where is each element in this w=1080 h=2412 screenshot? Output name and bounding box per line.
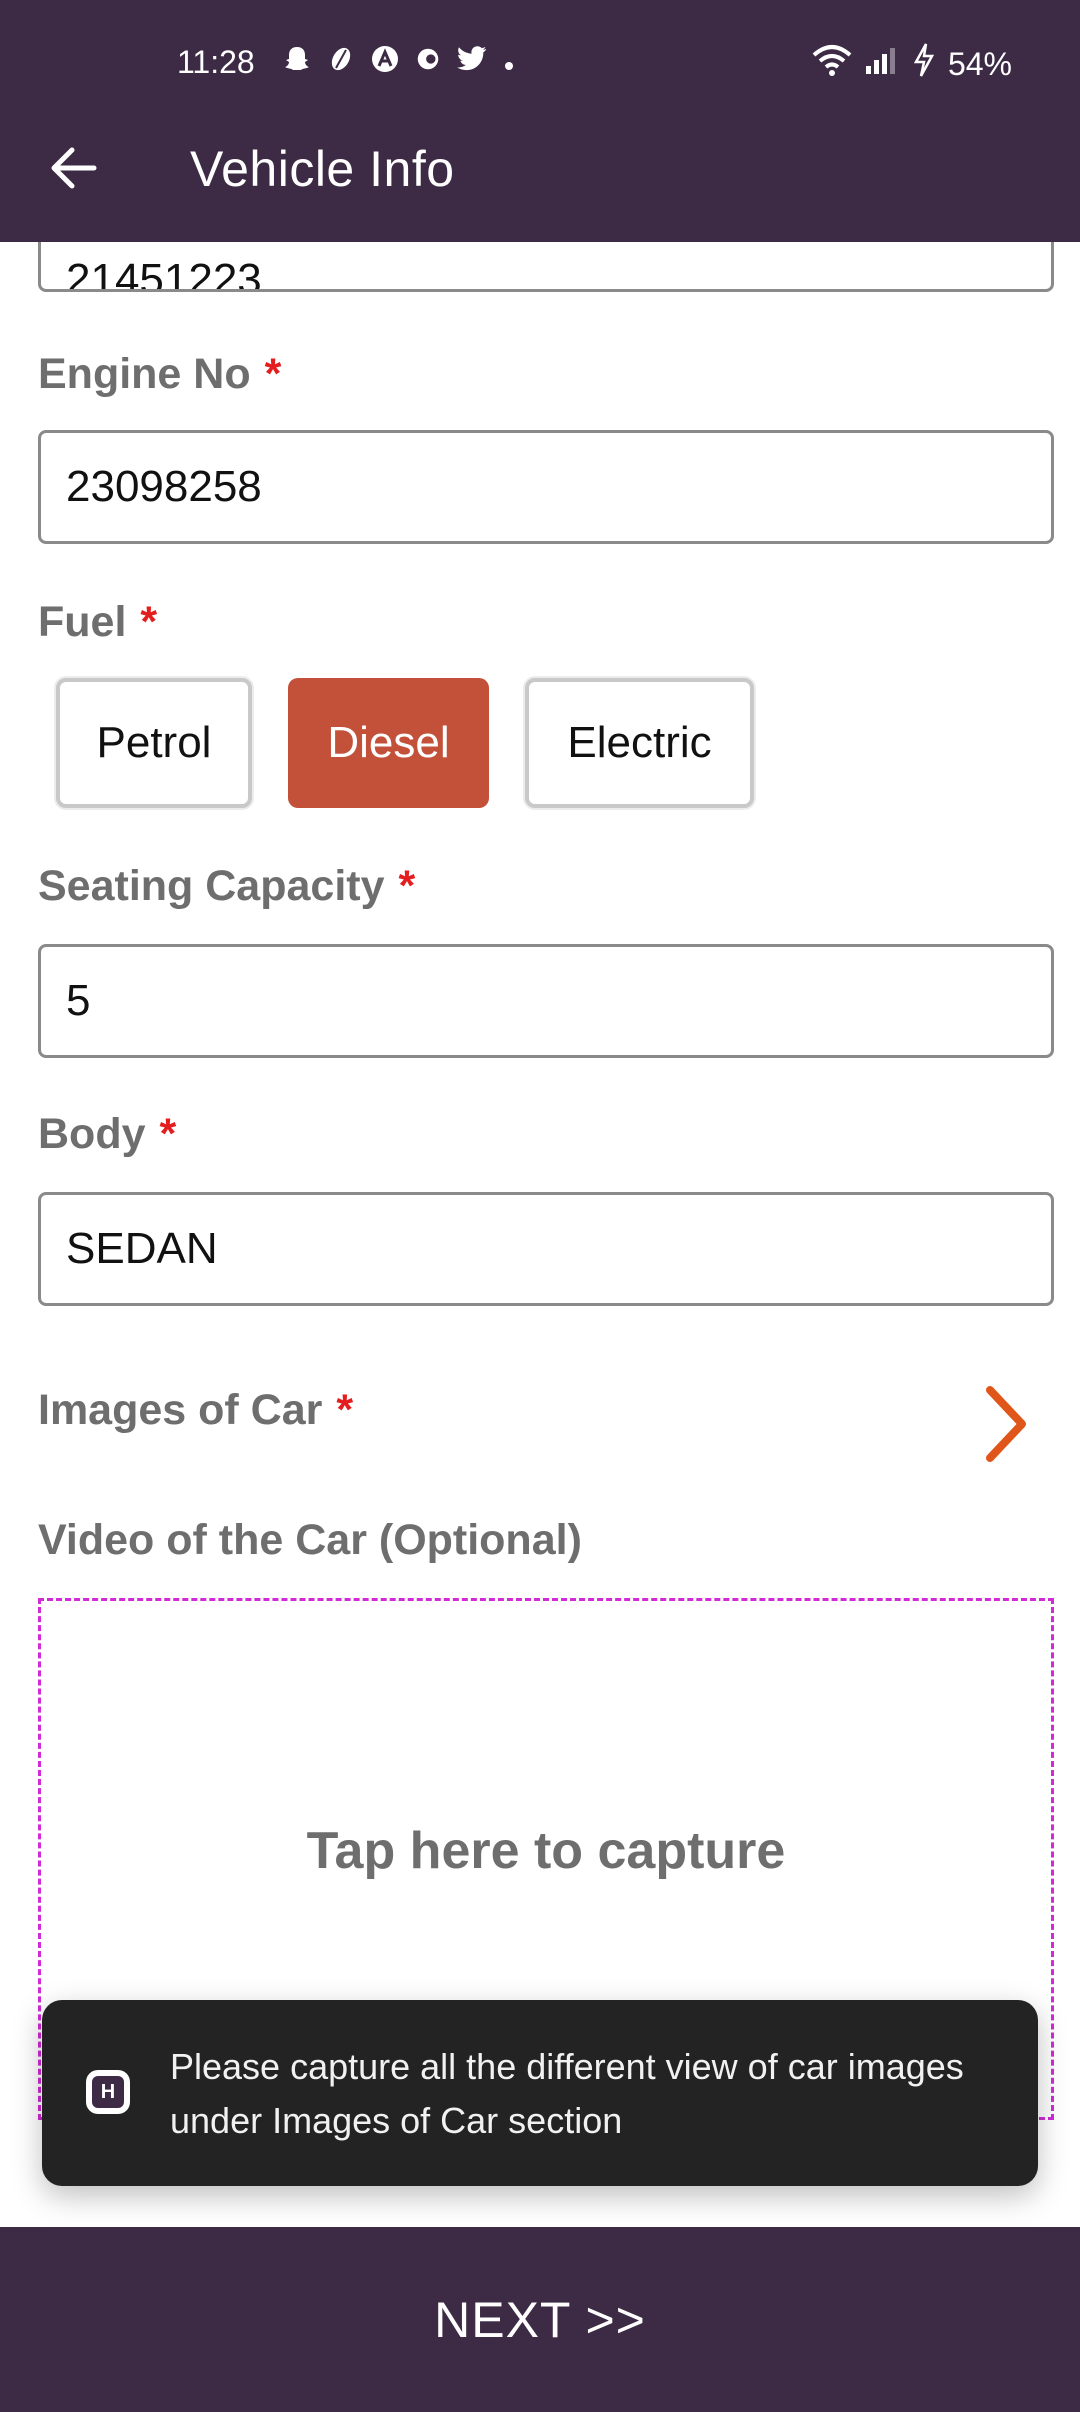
dot-icon [502,46,516,82]
fuel-option-electric[interactable]: Electric [525,678,754,808]
arrow-left-icon [51,147,97,189]
required-star: * [398,862,416,910]
leaf-icon [326,44,356,83]
required-star: * [159,1110,177,1158]
seating-capacity-label: Seating Capacity * [38,862,415,911]
required-star: * [264,350,282,398]
twitter-icon [456,45,488,82]
page-title: Vehicle Info [190,141,455,197]
app-c-icon [414,45,442,82]
fuel-option-diesel[interactable]: Diesel [288,678,489,808]
engine-no-value: 23098258 [66,462,262,511]
engine-no-label: Engine No * [38,350,281,399]
fuel-option-label: Electric [567,718,712,767]
required-star: * [336,1386,354,1434]
charging-icon [912,42,936,86]
next-button-label: NEXT >> [434,2291,646,2348]
back-button[interactable] [44,138,104,198]
notification-icons [282,44,516,83]
app-bar: 11:28 54% Vehicle Info [0,0,1080,242]
seating-capacity-label-text: Seating Capacity [38,862,385,910]
battery-percent: 54% [947,45,1012,82]
toast-message: H Please capture all the different view … [42,2000,1038,2186]
app-logo-icon: H [86,2070,130,2114]
engine-no-input[interactable]: 23098258 [38,430,1054,544]
fuel-option-label: Petrol [96,718,212,767]
fuel-label-text: Fuel [38,598,127,646]
capture-prompt: Tap here to capture [306,1822,786,1880]
system-icons: 54% [812,42,1012,86]
previous-field-value: 21451223 [66,255,262,292]
previous-field-input[interactable]: 21451223 [38,242,1054,292]
images-of-car-row[interactable]: Images of Car * [38,1386,353,1435]
fuel-label: Fuel * [38,598,157,647]
wifi-icon [812,43,852,85]
snapchat-icon [282,44,312,83]
fuel-option-label: Diesel [327,718,450,767]
body-value: SEDAN [66,1224,218,1273]
body-input[interactable]: SEDAN [38,1192,1054,1306]
app-a-icon [370,44,400,83]
seating-capacity-value: 5 [66,976,91,1025]
chevron-right-icon[interactable] [978,1380,1034,1468]
required-star: * [140,598,158,646]
body-label-text: Body [38,1110,146,1158]
form-content[interactable]: 21451223 Engine No * 23098258 Fuel * Petro… [0,242,1080,2227]
toast-text: Please capture all the different view of… [170,2046,964,2141]
signal-icon [864,44,900,84]
seating-capacity-input[interactable]: 5 [38,944,1054,1058]
video-label: Video of the Car (Optional) [38,1516,582,1564]
app-logo-mark: H [92,2076,124,2108]
engine-no-label-text: Engine No [38,350,251,398]
images-of-car-label: Images of Car [38,1386,323,1434]
body-label: Body * [38,1110,176,1159]
next-button[interactable]: NEXT >> [0,2227,1080,2412]
status-bar: 11:28 54% [0,42,1080,86]
fuel-option-petrol[interactable]: Petrol [56,678,252,808]
status-time: 11:28 [177,44,255,80]
